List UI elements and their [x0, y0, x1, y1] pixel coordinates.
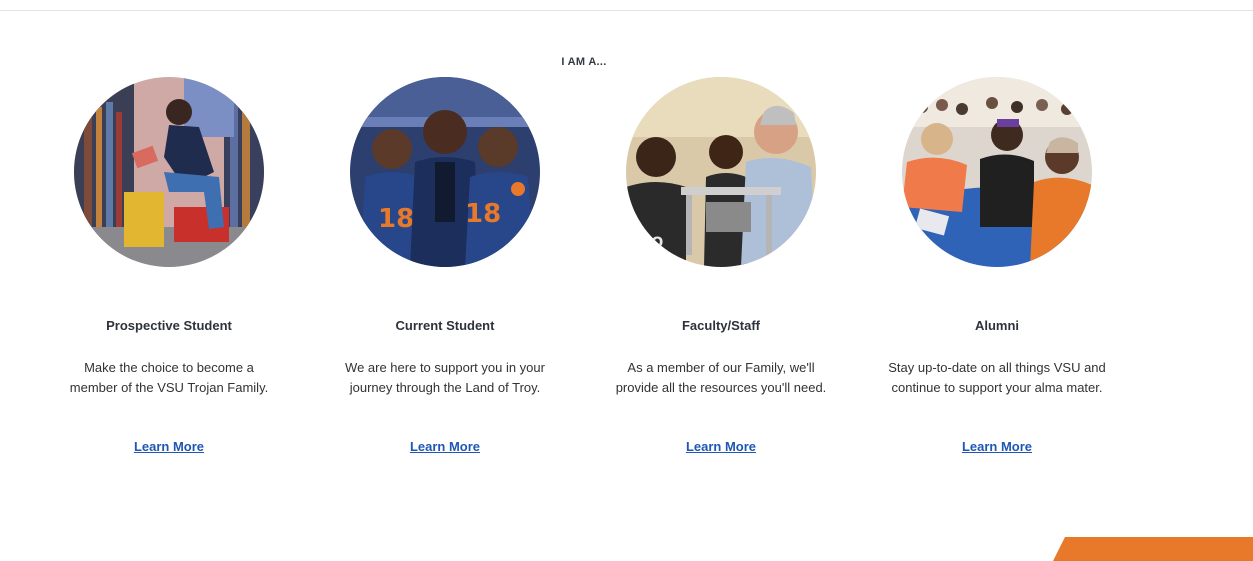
card-description: We are here to support you in your journ… [315, 358, 575, 398]
card-alumni: Alumni Stay up-to-date on all things VSU… [867, 77, 1127, 477]
learn-more-link-faculty-staff[interactable]: Learn More [591, 439, 851, 454]
card-description-line: Stay up-to-date on all things VSU and [888, 360, 1106, 375]
card-title: Alumni [974, 318, 1020, 333]
current-student-photo: 18 18 [350, 77, 540, 267]
card-prospective-student: Prospective Student Make the choice to b… [39, 77, 299, 477]
card-current-student: 18 18 Current Student We are here to sup… [315, 77, 575, 477]
prospective-student-photo [74, 77, 264, 267]
card-description-line: journey through the Land of Troy. [349, 380, 541, 395]
orange-corner-accent [1053, 537, 1253, 561]
faculty-staff-photo: TRO [626, 77, 816, 267]
svg-text:18: 18 [378, 204, 414, 234]
card-description-line: As a member of our Family, we'll [627, 360, 815, 375]
learn-more-link-current[interactable]: Learn More [315, 439, 575, 454]
card-description-line: provide all the resources you'll need. [615, 380, 827, 395]
card-description: As a member of our Family, we'll provide… [591, 358, 851, 398]
svg-text:TRO: TRO [631, 235, 663, 251]
card-description-line: Make the choice to become a [84, 360, 254, 375]
card-description: Make the choice to become a member of th… [39, 358, 299, 398]
card-description-line: member of the VSU Trojan Family. [69, 380, 269, 395]
alumni-photo [902, 77, 1092, 267]
card-title: Faculty/Staff [681, 318, 760, 333]
svg-text:18: 18 [465, 199, 501, 229]
card-description-line: We are here to support you in your [345, 360, 545, 375]
card-description: Stay up-to-date on all things VSU and co… [867, 358, 1127, 398]
audience-cards: Prospective Student Make the choice to b… [0, 0, 1253, 561]
audience-section: I AM A... Prospective Student Make the c… [0, 0, 1253, 561]
card-title: Current Student [395, 318, 495, 333]
learn-more-link-alumni[interactable]: Learn More [867, 439, 1127, 454]
card-description-line: continue to support your alma mater. [891, 380, 1103, 395]
card-title: Prospective Student [106, 318, 232, 333]
learn-more-link-prospective[interactable]: Learn More [39, 439, 299, 454]
card-faculty-staff: TRO Faculty/Staff As a member of our Fam… [591, 77, 851, 477]
